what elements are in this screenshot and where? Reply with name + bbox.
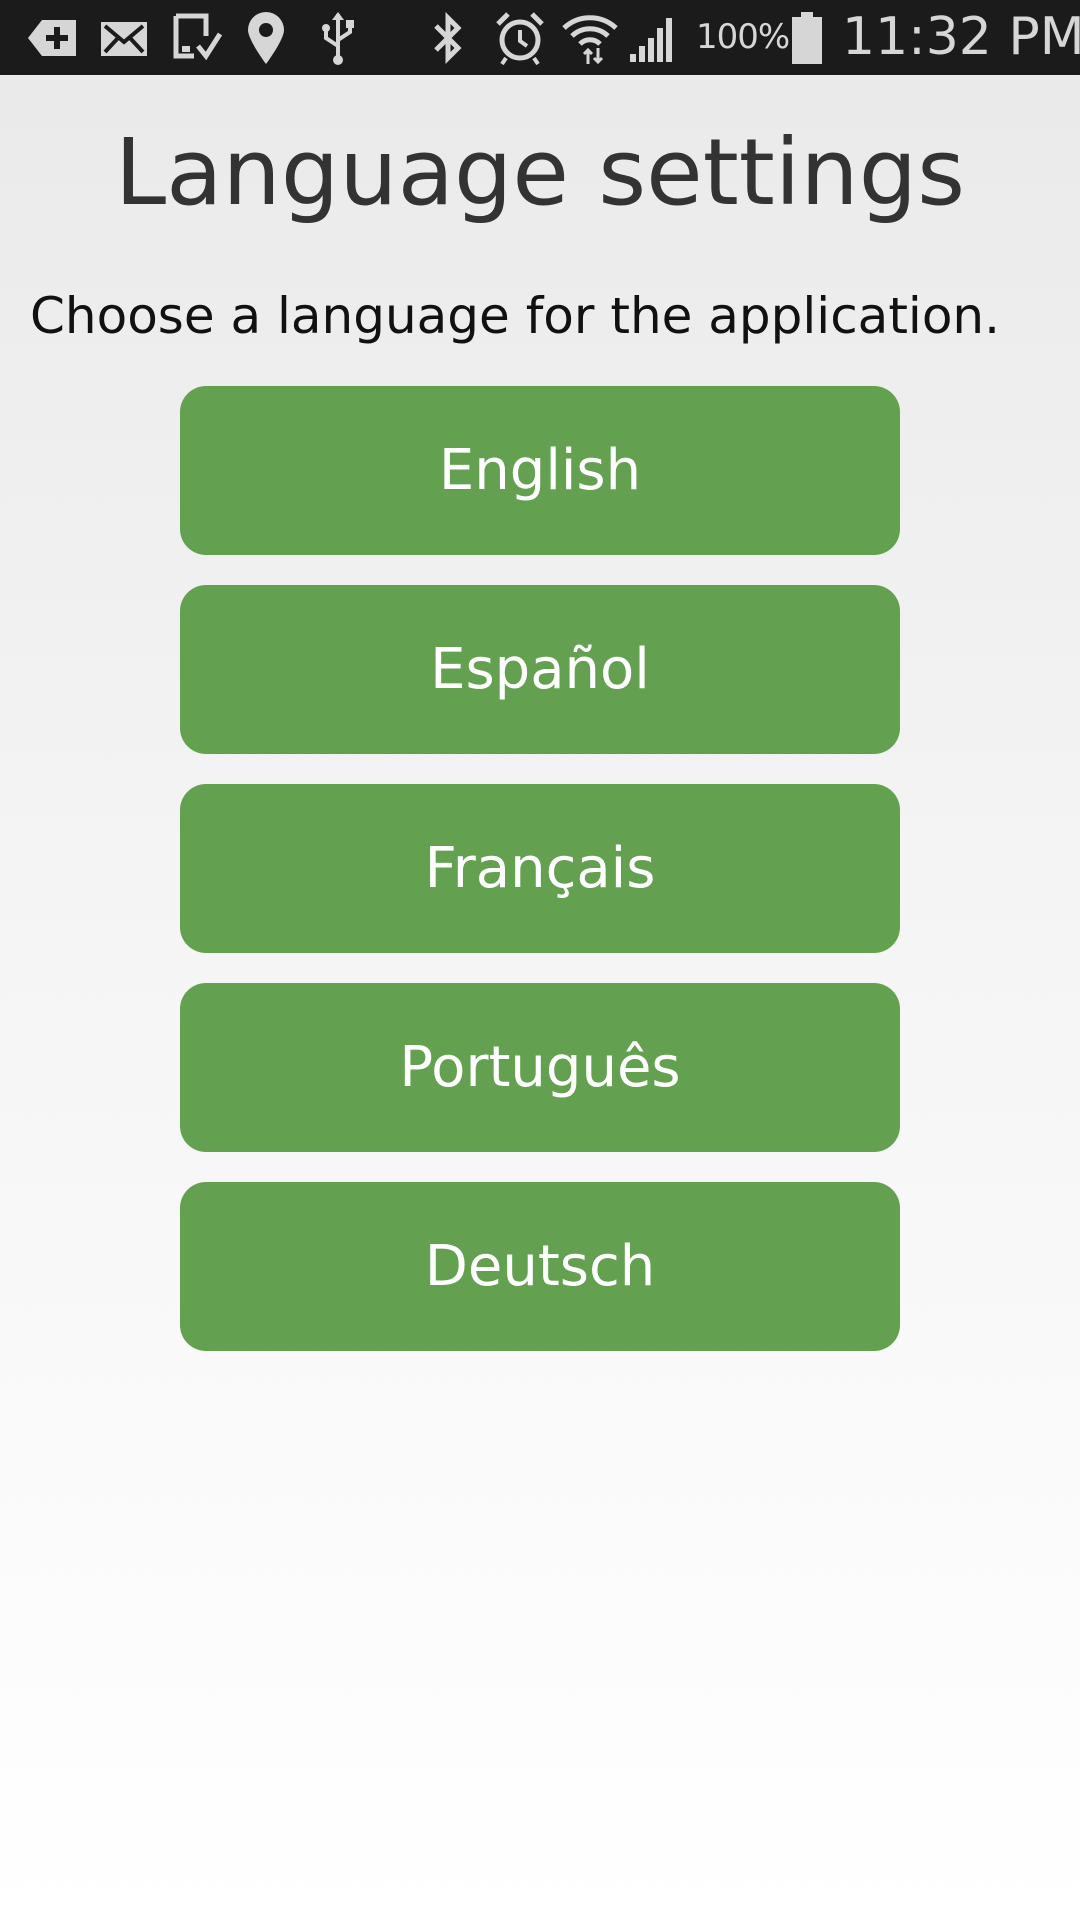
language-button-espanol[interactable]: Español (180, 585, 900, 754)
usb-icon (318, 10, 358, 66)
download-icon (170, 10, 222, 66)
status-bar: 100% 11:32 PM (0, 0, 1080, 75)
page-title: Language settings (114, 119, 966, 226)
battery-icon (790, 10, 824, 66)
battery-percent: 100% (696, 17, 790, 57)
bluetooth-icon (428, 10, 468, 66)
mail-icon (98, 10, 150, 66)
location-icon (244, 10, 288, 66)
language-button-portugues[interactable]: Português (180, 983, 900, 1152)
instruction-text: Choose a language for the application. (30, 287, 1000, 345)
language-button-english[interactable]: English (180, 386, 900, 555)
signal-icon (628, 10, 680, 66)
clock: 11:32 PM (842, 7, 1080, 67)
wifi-icon (562, 10, 618, 66)
language-list: English Español Français Português Deuts… (180, 386, 900, 1381)
alarm-icon (494, 10, 546, 66)
add-icon (24, 10, 80, 66)
language-button-deutsch[interactable]: Deutsch (180, 1182, 900, 1351)
language-button-francais[interactable]: Français (180, 784, 900, 953)
